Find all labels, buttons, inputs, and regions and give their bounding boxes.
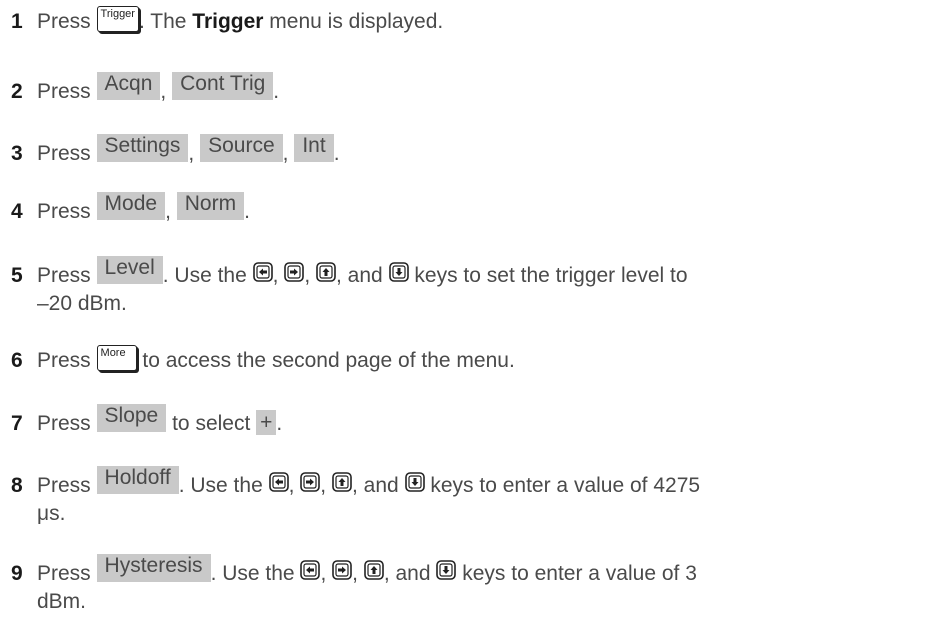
- menu-name: Trigger: [192, 10, 264, 33]
- step-number: 8: [11, 474, 23, 497]
- right-arrow-key-icon[interactable]: [284, 262, 305, 282]
- step-text: Press Acqn, Cont Trig.: [37, 72, 280, 103]
- more-hardkey[interactable]: More: [96, 345, 137, 371]
- up-arrow-key-icon[interactable]: [332, 472, 352, 492]
- source-softkey[interactable]: Source: [200, 134, 283, 162]
- step-text: Press More to access the second page of …: [37, 345, 515, 372]
- step-number: 1: [11, 10, 23, 33]
- slope-softkey[interactable]: Slope: [96, 404, 167, 432]
- step-text: Press Mode, Norm.: [37, 192, 250, 223]
- step-number: 7: [11, 412, 23, 435]
- acqn-softkey[interactable]: Acqn: [96, 72, 161, 100]
- step-text: Press Level. Use the , , , and keys to s…: [37, 256, 688, 315]
- settings-softkey[interactable]: Settings: [96, 134, 189, 162]
- step-text: Press Trigger. The Trigger menu is displ…: [37, 6, 444, 33]
- int-softkey[interactable]: Int: [294, 134, 334, 162]
- left-arrow-key-icon[interactable]: [252, 262, 273, 282]
- step-number: 9: [11, 562, 23, 585]
- step-text: Press Settings, Source, Int.: [37, 134, 340, 165]
- step-number: 3: [11, 142, 23, 165]
- norm-softkey[interactable]: Norm: [176, 192, 245, 220]
- hysteresis-softkey[interactable]: Hysteresis: [96, 554, 211, 582]
- step-number: 5: [11, 264, 23, 287]
- up-arrow-key-icon[interactable]: [364, 560, 384, 580]
- cont-trig-softkey[interactable]: Cont Trig: [172, 72, 274, 100]
- step-text: Press Holdoff. Use the , , , and keys to…: [37, 466, 701, 525]
- step-number: 2: [11, 80, 23, 103]
- up-arrow-key-icon[interactable]: [316, 262, 336, 282]
- step-number: 4: [11, 200, 23, 223]
- press-text: Press: [37, 10, 91, 33]
- holdoff-softkey[interactable]: Holdoff: [96, 466, 179, 494]
- level-softkey[interactable]: Level: [96, 256, 163, 284]
- step-number: 6: [11, 349, 23, 372]
- step-text: Press Slope to select +.: [37, 404, 283, 435]
- right-arrow-key-icon[interactable]: [332, 560, 352, 580]
- mode-softkey[interactable]: Mode: [96, 192, 166, 220]
- down-arrow-key-icon[interactable]: [388, 262, 409, 282]
- plus-symbol: +: [256, 410, 277, 435]
- down-arrow-key-icon[interactable]: [404, 472, 425, 492]
- trigger-hardkey[interactable]: Trigger: [96, 6, 139, 32]
- down-arrow-key-icon[interactable]: [436, 560, 457, 580]
- left-arrow-key-icon[interactable]: [300, 560, 321, 580]
- left-arrow-key-icon[interactable]: [268, 472, 289, 492]
- step-text: Press Hysteresis. Use the , , , and keys…: [37, 554, 697, 613]
- right-arrow-key-icon[interactable]: [300, 472, 321, 492]
